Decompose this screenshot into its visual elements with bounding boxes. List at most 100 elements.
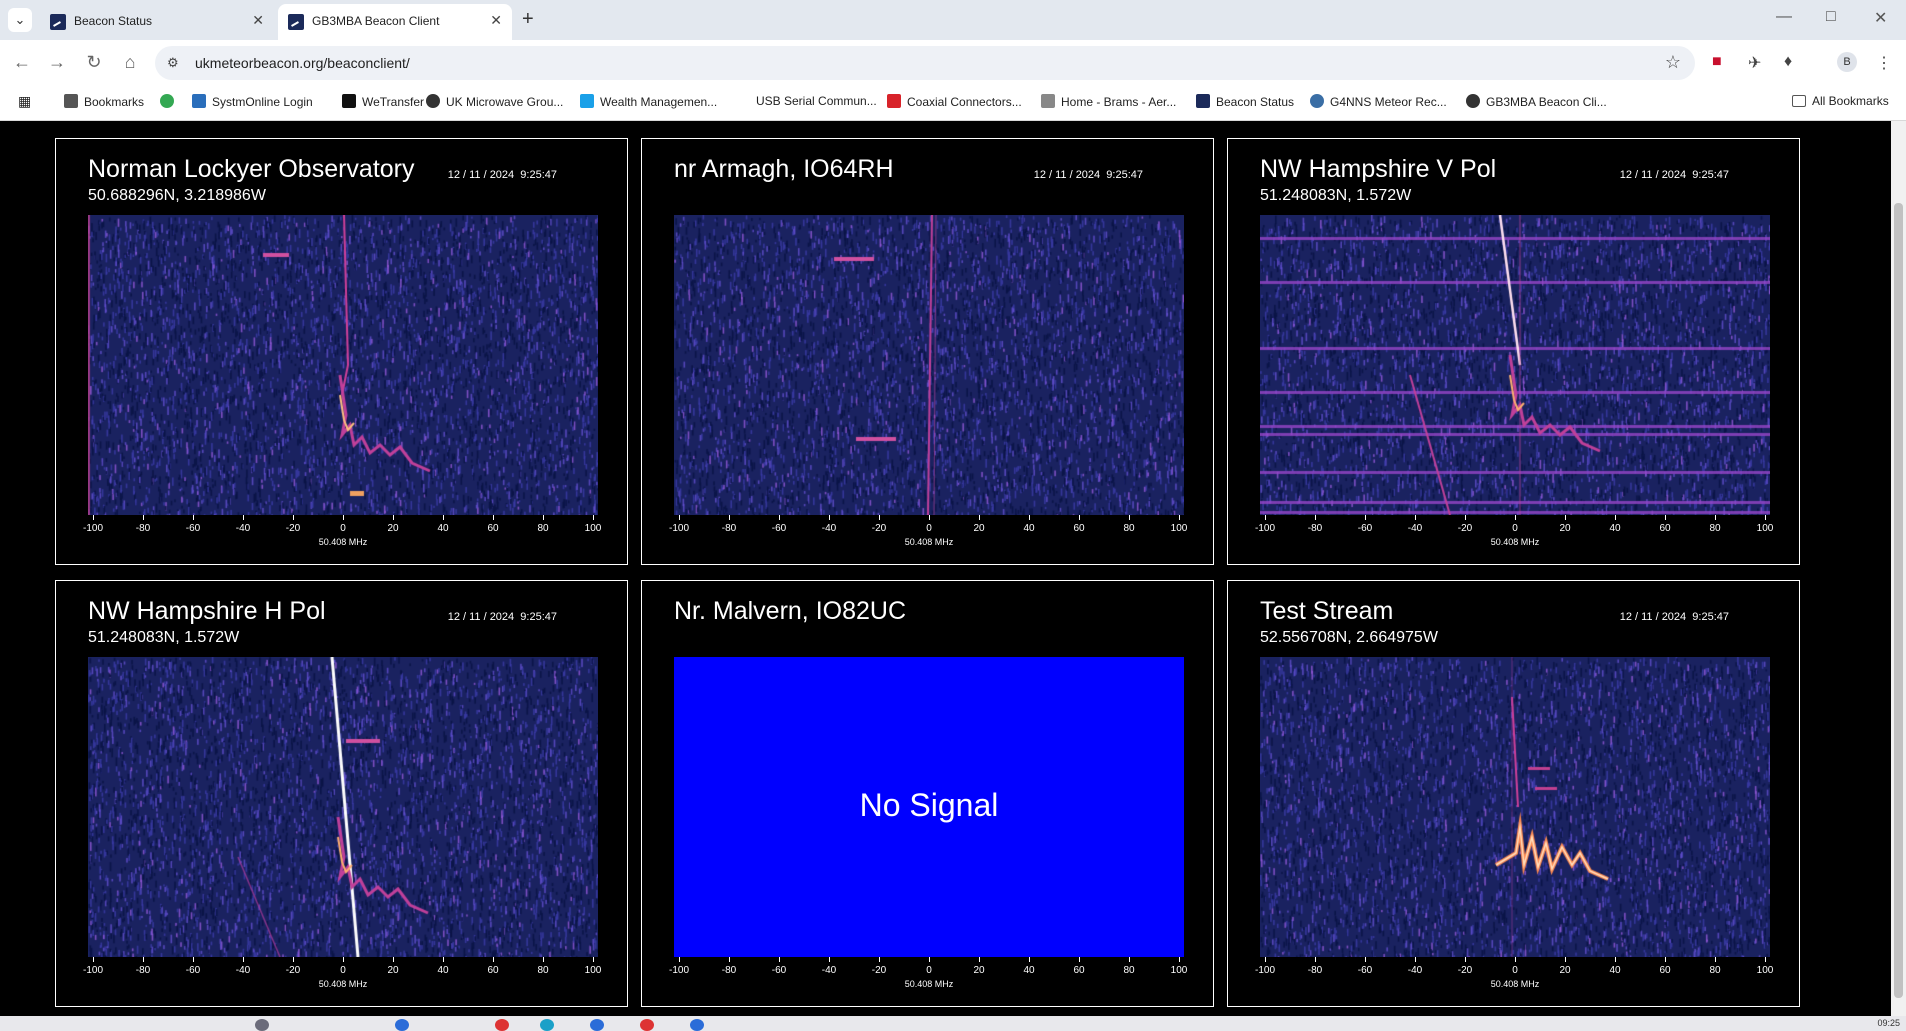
bookmark-label: SystmOnline Login: [212, 95, 313, 109]
address-bar[interactable]: ⚙ ukmeteorbeacon.org/beaconclient/ ☆: [155, 46, 1695, 80]
extension-icon[interactable]: ■: [1712, 53, 1722, 71]
tab-beacon-status[interactable]: Beacon Status ✕: [40, 4, 274, 40]
taskbar-app-icon[interactable]: [495, 1019, 509, 1031]
profile-avatar[interactable]: B: [1837, 52, 1857, 72]
new-tab-button[interactable]: +: [522, 8, 534, 30]
panel-title: Test Stream: [1260, 597, 1394, 625]
bookmarks-bar: ▦ Bookmarks SystmOnline Login WeTransfer UK…: [0, 86, 1906, 121]
bookmark-item[interactable]: G4NNS Meteor Rec...: [1310, 94, 1447, 109]
taskbar-app-icon[interactable]: [590, 1019, 604, 1031]
menu-kebab-icon[interactable]: ⋮: [1876, 53, 1892, 73]
axis-tick: [829, 957, 830, 962]
bookmark-star-icon[interactable]: ☆: [1665, 52, 1681, 73]
axis-tick: [679, 515, 680, 520]
axis-tick-label: -80: [721, 523, 737, 534]
beacon-client-page: Norman Lockyer Observatory 12 / 11 / 2024…: [0, 121, 1906, 1016]
panel-date: 12 / 11 / 2024: [447, 611, 515, 623]
tab-search-button[interactable]: ⌄: [8, 8, 32, 32]
close-icon[interactable]: ✕: [252, 12, 264, 29]
beacon-panel: Nr. Malvern, IO82UC No Signal -100 -80 -60 -4…: [641, 580, 1214, 1007]
axis-tick-label: -60: [771, 965, 787, 976]
bookmark-item[interactable]: Beacon Status: [1196, 94, 1294, 109]
beacon-panel: NW Hampshire V Pol 12 / 11 / 2024 9:25:47…: [1227, 138, 1800, 565]
no-signal-text: No Signal: [859, 787, 999, 823]
axis-tick-label: 40: [1023, 523, 1035, 534]
beacon-panel: Norman Lockyer Observatory 12 / 11 / 2024…: [55, 138, 628, 565]
panel-title: NW Hampshire V Pol: [1260, 155, 1497, 183]
axis-tick-label: -40: [235, 965, 251, 976]
bookmark-label: Coaxial Connectors...: [907, 95, 1022, 109]
taskbar-app-icon[interactable]: [640, 1019, 654, 1031]
bookmark-label: WeTransfer: [362, 95, 425, 109]
axis-tick: [1179, 515, 1180, 520]
bookmark-label: Bookmarks: [84, 95, 145, 109]
axis-tick-label: -40: [1407, 965, 1423, 976]
bookmark-item[interactable]: Coaxial Connectors...: [887, 94, 1022, 109]
page-scrollbar[interactable]: [1891, 121, 1906, 1016]
axis-tick: [1265, 957, 1266, 962]
taskbar-app-icon[interactable]: [690, 1019, 704, 1031]
axis-tick: [1079, 957, 1080, 962]
bookmark-item[interactable]: UK Microwave Grou...: [426, 94, 563, 109]
axis-tick-label: 80: [537, 523, 549, 534]
rs-icon: [887, 94, 901, 108]
star-icon: [64, 94, 78, 108]
bookmark-item[interactable]: Bookmarks: [64, 94, 144, 109]
taskbar-app-icon[interactable]: [540, 1019, 554, 1031]
minimize-icon[interactable]: —: [1776, 8, 1792, 26]
bookmark-item[interactable]: USB Serial Commun...: [756, 94, 877, 108]
bookmark-label: GB3MBA Beacon Cli...: [1486, 95, 1607, 109]
bookmark-item[interactable]: WeTransfer: [342, 94, 424, 109]
panel-title: nr Armagh, IO64RH: [674, 155, 894, 183]
bookmark-item[interactable]: GB3MBA Beacon Cli...: [1466, 94, 1607, 109]
tab-title: Beacon Status: [74, 14, 153, 28]
bookmark-item[interactable]: [160, 94, 180, 109]
axis-tick: [979, 957, 980, 962]
axis-tick-label: 20: [1559, 523, 1571, 534]
axis-tick: [243, 957, 244, 962]
axis-tick-label: 60: [1659, 965, 1671, 976]
back-icon[interactable]: ←: [10, 50, 34, 74]
maximize-icon[interactable]: □: [1826, 8, 1836, 26]
axis-tick: [143, 515, 144, 520]
axis-tick-label: -60: [185, 523, 201, 534]
taskbar-app-icon[interactable]: [255, 1019, 269, 1031]
url-text[interactable]: ukmeteorbeacon.org/beaconclient/: [195, 55, 410, 71]
all-bookmarks[interactable]: All Bookmarks: [1792, 94, 1889, 108]
taskbar-app-icon[interactable]: [395, 1019, 409, 1031]
close-window-icon[interactable]: ✕: [1874, 8, 1887, 28]
extensions-puzzle-icon[interactable]: ♦: [1784, 53, 1792, 71]
bookmark-item[interactable]: SystmOnline Login: [192, 94, 313, 109]
axis-label: 50.408 MHz: [904, 979, 954, 989]
axis-tick-label: -80: [721, 965, 737, 976]
apps-grid-icon[interactable]: ▦: [18, 93, 31, 110]
close-icon[interactable]: ✕: [490, 12, 502, 29]
scrollbar-thumb[interactable]: [1894, 203, 1903, 998]
axis-tick-label: 60: [487, 523, 499, 534]
panel-timestamp: 12 / 11 / 2024 9:25:47: [1034, 169, 1143, 181]
axis-tick-label: 20: [973, 523, 985, 534]
axis-tick: [979, 515, 980, 520]
axis-tick: [1129, 515, 1130, 520]
axis-tick: [293, 957, 294, 962]
axis-tick-label: -80: [1307, 523, 1323, 534]
axis-tick-label: -100: [82, 965, 104, 976]
waterfall-spectrogram: [1260, 215, 1770, 515]
bookmark-label: Beacon Status: [1216, 95, 1295, 109]
axis-tick-label: 0: [926, 523, 932, 534]
extension-icon[interactable]: ✈: [1748, 53, 1761, 73]
bookmark-item[interactable]: Wealth Managemen...: [580, 94, 717, 109]
reload-icon[interactable]: ↻: [82, 50, 106, 74]
home-icon[interactable]: ⌂: [118, 50, 142, 74]
panel-date: 12 / 11 / 2024: [1033, 169, 1101, 181]
axis-tick: [443, 957, 444, 962]
site-info-icon[interactable]: ⚙: [167, 55, 179, 71]
axis-tick: [93, 515, 94, 520]
forward-icon[interactable]: →: [45, 50, 69, 74]
panel-coordinates: 52.556708N, 2.664975W: [1260, 629, 1438, 646]
axis-label: 50.408 MHz: [904, 537, 954, 547]
panel-time: 9:25:47: [520, 169, 557, 181]
tab-gb3mba-beacon-client[interactable]: GB3MBA Beacon Client ✕: [278, 4, 512, 40]
axis-tick: [1715, 515, 1716, 520]
bookmark-item[interactable]: Home - Brams - Aer...: [1041, 94, 1176, 109]
